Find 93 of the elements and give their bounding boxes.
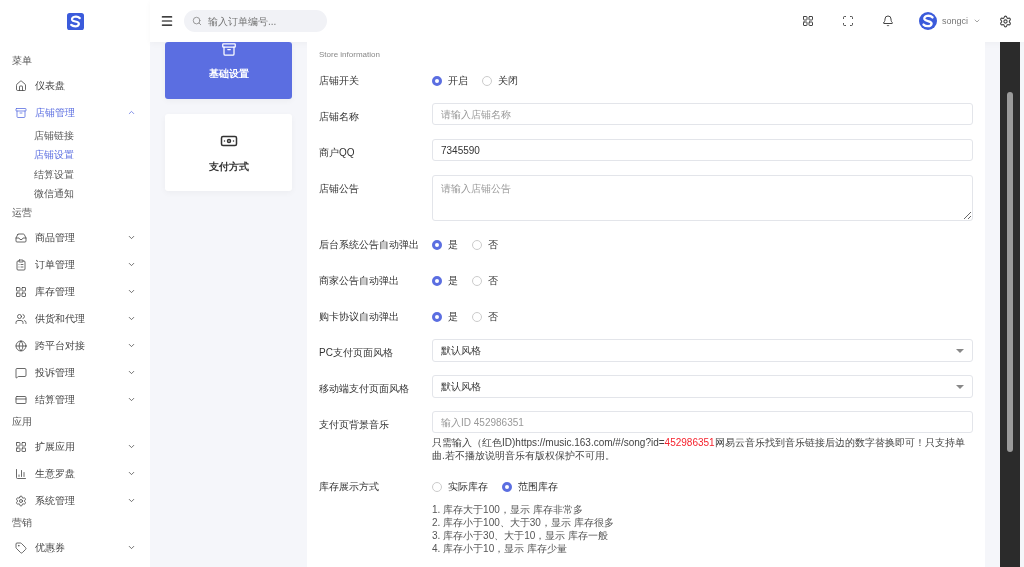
field-label: 商家公告自动弹出 xyxy=(319,274,400,288)
sidebar-item[interactable]: 订单管理 xyxy=(0,251,150,278)
section-title: 应用 xyxy=(11,415,33,429)
chat-icon xyxy=(15,366,27,379)
tab[interactable]: 基础设置 xyxy=(165,42,292,99)
fullscreen-icon[interactable] xyxy=(842,15,854,27)
inbox-icon xyxy=(15,231,27,244)
radio-option[interactable]: 关闭 xyxy=(482,73,518,88)
radio-option[interactable]: 否 xyxy=(472,237,498,252)
bell-icon[interactable] xyxy=(882,15,894,27)
note-line: 3. 库存小于30、大于10，显示 库存一般 xyxy=(432,529,610,542)
hint-text: 只需输入（红色ID)https://music.163.com/#/song?id=452986351网易云音乐找到音乐链接后边的数字替换即可！只支持单曲.若不播放说明音乐有版权保护不可用。 xyxy=(432,436,966,462)
sidebar-item[interactable]: 生意罗盘 xyxy=(0,460,150,487)
field-label: 店铺开关 xyxy=(319,74,360,88)
search-icon xyxy=(192,16,202,26)
radio-button[interactable] xyxy=(472,239,482,250)
logo xyxy=(66,12,84,30)
radio-option[interactable]: 否 xyxy=(472,273,498,288)
input-field[interactable]: 7345590 xyxy=(432,139,973,161)
field-label: 支付页背景音乐 xyxy=(319,418,390,432)
radio-button[interactable] xyxy=(472,311,482,322)
select-field[interactable]: 默认风格 xyxy=(432,375,973,398)
section-title: 运营 xyxy=(11,206,33,220)
select-field[interactable]: 默认风格 xyxy=(432,339,973,362)
field-label: 移动端支付页面风格 xyxy=(319,382,410,396)
sidebar-item[interactable]: 供货和代理 xyxy=(0,305,150,332)
input-field[interactable]: 输入ID 452986351 xyxy=(432,411,973,433)
radio-button[interactable] xyxy=(482,75,492,86)
radio-button[interactable] xyxy=(432,239,442,250)
field-label: 后台系统公告自动弹出 xyxy=(319,238,420,252)
sidebar-item[interactable]: 仪表盘 xyxy=(0,72,150,99)
radio-option[interactable]: 范围库存 xyxy=(502,479,558,494)
section-subtitle: Store information xyxy=(319,50,381,59)
submenu-item[interactable]: 店铺设置 xyxy=(0,145,150,165)
users-icon xyxy=(15,312,27,325)
sidebar-item[interactable]: 结算管理 xyxy=(0,386,150,413)
radio-button[interactable] xyxy=(432,275,442,286)
settings-icon[interactable] xyxy=(999,14,1012,28)
field-label: 商户QQ xyxy=(319,146,356,160)
scrollbar[interactable] xyxy=(1000,42,1020,567)
note-line: 4. 库存小于10，显示 库存少量 xyxy=(432,542,569,555)
section-title: 菜单 xyxy=(11,54,33,68)
sidebar-item[interactable]: 扩展应用 xyxy=(0,433,150,460)
grid-icon xyxy=(15,440,27,453)
section-title: 营销 xyxy=(11,516,33,530)
field-label: 店铺公告 xyxy=(319,182,360,196)
tab[interactable]: 支付方式 xyxy=(165,114,292,191)
radio-option[interactable]: 是 xyxy=(432,273,458,288)
radio-button[interactable] xyxy=(432,75,442,86)
tag-icon xyxy=(15,541,27,554)
submenu-item[interactable]: 微信通知 xyxy=(0,184,150,204)
sidebar-item[interactable]: 跨平台对接 xyxy=(0,332,150,359)
avatar xyxy=(919,12,937,30)
chevron-down-icon[interactable] xyxy=(973,17,981,25)
field-label: 店铺名称 xyxy=(319,110,360,124)
sidebar-item[interactable]: 店铺管理 xyxy=(0,99,150,126)
radio-button[interactable] xyxy=(432,481,442,492)
sidebar-item[interactable]: 优惠券 xyxy=(0,534,150,561)
note-line: 2. 库存小于100、大于30，显示 库存很多 xyxy=(432,516,615,529)
field-label: 购卡协议自动弹出 xyxy=(319,310,400,324)
grid-icon xyxy=(15,285,27,298)
field-label: PC支付页面风格 xyxy=(319,346,394,360)
radio-option[interactable]: 是 xyxy=(432,309,458,324)
radio-option[interactable]: 开启 xyxy=(432,73,468,88)
settings-icon xyxy=(15,494,27,507)
radio-button[interactable] xyxy=(432,311,442,322)
submenu-item[interactable]: 店铺链接 xyxy=(0,126,150,146)
radio-button[interactable] xyxy=(502,481,512,492)
home-icon xyxy=(15,79,27,92)
menu-icon[interactable] xyxy=(160,14,174,28)
radio-option[interactable]: 实际库存 xyxy=(432,479,488,494)
field-label: 库存展示方式 xyxy=(319,480,380,494)
archive-icon xyxy=(15,106,27,119)
sidebar-item[interactable]: 商品管理 xyxy=(0,224,150,251)
submenu-item[interactable]: 结算设置 xyxy=(0,165,150,185)
globe-icon xyxy=(15,339,27,352)
sidebar-item[interactable]: 投诉管理 xyxy=(0,359,150,386)
sidebar-item[interactable]: 库存管理 xyxy=(0,278,150,305)
user-name[interactable]: songci xyxy=(942,16,968,26)
sidebar-item[interactable]: 系统管理 xyxy=(0,487,150,514)
caret-icon xyxy=(956,348,964,353)
radio-button[interactable] xyxy=(472,275,482,286)
note-line: 1. 库存大于100，显示 库存非常多 xyxy=(432,503,584,516)
text-area[interactable]: 请输入店铺公告 xyxy=(432,175,973,221)
search-field[interactable]: 输入订单编号... xyxy=(184,10,327,32)
caret-icon xyxy=(956,384,964,389)
radio-option[interactable]: 是 xyxy=(432,237,458,252)
bar-chart-icon xyxy=(15,467,27,480)
card-icon xyxy=(15,393,27,406)
grid-icon[interactable] xyxy=(802,15,814,27)
radio-option[interactable]: 否 xyxy=(472,309,498,324)
clipboard-icon xyxy=(15,258,27,271)
input-field[interactable]: 请输入店铺名称 xyxy=(432,103,973,125)
